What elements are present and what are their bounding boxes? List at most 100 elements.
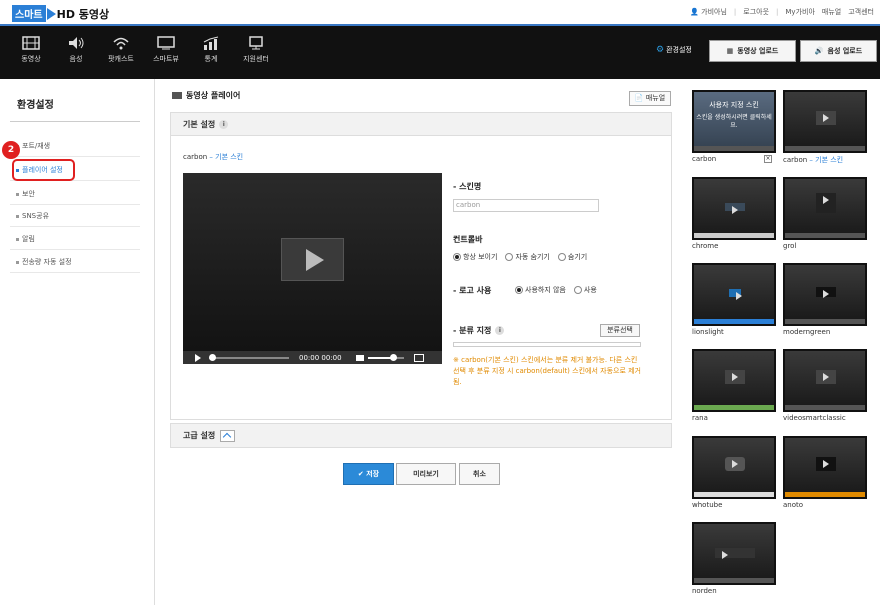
sidebar-item-label: 전송량 자동 설정	[22, 258, 72, 266]
settings-link[interactable]: ⚙ 환경설정	[656, 45, 692, 55]
thumbnail-control-bar	[694, 578, 774, 583]
audio-upload-button[interactable]: 🔊 음성 업로드	[800, 40, 877, 62]
speaker-icon: 🔊	[814, 47, 824, 55]
nav-audio[interactable]: 음성	[56, 36, 96, 64]
skin-thumbnail[interactable]: 사용자 지정 스킨 스킨을 생성하시려면 클릭하세요.	[692, 90, 776, 153]
skin-thumbnail[interactable]	[783, 436, 867, 499]
film-icon	[22, 36, 40, 50]
advanced-settings-header[interactable]: 고급 설정	[170, 423, 672, 448]
skin-item-chrome[interactable]: chrome	[692, 177, 776, 252]
skin-thumbnail[interactable]	[783, 349, 867, 412]
thumbnail-control-bar	[694, 233, 774, 238]
sidebar-item-label: 포트/재생	[22, 142, 51, 150]
video-upload-label: 동영상 업로드	[737, 47, 779, 55]
highlight-box	[12, 159, 75, 181]
info-icon[interactable]: i	[495, 326, 505, 335]
skin-thumbnail[interactable]	[692, 263, 776, 326]
skin-item-videosmartclassic[interactable]: videosmartclassic	[783, 349, 867, 424]
play-small-icon[interactable]	[195, 353, 201, 362]
controlbar-always-radio[interactable]: 항상 보이기	[453, 252, 497, 262]
category-label-text: - 분류 지정	[453, 326, 492, 335]
skin-thumbnail[interactable]	[692, 349, 776, 412]
sidebar-item-alert[interactable]: 알림	[10, 228, 140, 250]
skin-item-anoto[interactable]: anoto	[783, 436, 867, 511]
thumbnail-control-bar	[694, 319, 774, 324]
category-field[interactable]	[453, 342, 641, 347]
cancel-button[interactable]: 취소	[459, 463, 500, 485]
skin-thumbnail[interactable]	[783, 263, 867, 326]
support-link[interactable]: 고객센터	[848, 7, 874, 17]
category-select-button[interactable]: 분류선택	[600, 324, 640, 337]
sidebar-item-label: 보안	[22, 190, 35, 198]
sidebar-item-port[interactable]: 포트/재생	[10, 135, 140, 157]
player-control-bar: 00:00 00:00	[183, 351, 442, 364]
nav-stats[interactable]: 통계	[191, 36, 231, 64]
controlbar-auto-radio[interactable]: 자동 숨기기	[505, 252, 550, 262]
sidebar-item-label: 알림	[22, 235, 35, 243]
controlbar-options: 항상 보이기 자동 숨기기 숨기기	[453, 252, 587, 262]
skin-thumbnail[interactable]	[783, 177, 867, 240]
manual-button[interactable]: 📄 매뉴얼	[629, 91, 671, 106]
skin-item-grol[interactable]: grol	[783, 177, 867, 252]
nav-podcast[interactable]: 팟캐스트	[101, 36, 141, 64]
close-icon[interactable]: ×	[764, 155, 772, 163]
sidebar-title: 환경설정	[17, 100, 54, 111]
bullet-icon	[16, 260, 19, 264]
manual-link[interactable]: 매뉴얼	[822, 7, 841, 17]
skin-item-lionslight[interactable]: lionslight	[692, 263, 776, 338]
volume-bar[interactable]	[367, 353, 404, 361]
info-icon[interactable]: i	[219, 120, 229, 129]
logo[interactable]: 스마트 HD 동영상	[12, 5, 109, 22]
volume-icon[interactable]	[355, 354, 364, 361]
skin-name-text: carbon	[783, 156, 808, 164]
skin-item-moderngreen[interactable]: moderngreen	[783, 263, 867, 338]
category-warning: ※ carbon(기본 스킨) 스킨에서는 분류 제거 불가능. 다른 스킨 선…	[453, 356, 641, 386]
play-icon	[725, 203, 745, 214]
chevron-up-icon[interactable]	[220, 429, 236, 442]
sidebar-item-traffic[interactable]: 전송량 자동 설정	[10, 251, 140, 273]
logout-link[interactable]: 로그아웃	[743, 7, 769, 17]
fullscreen-icon[interactable]	[413, 353, 424, 362]
nav-smartview[interactable]: 스마트뷰	[146, 36, 186, 64]
controlbar-hide-radio[interactable]: 숨기기	[557, 252, 587, 262]
skin-item-rana[interactable]: rana	[692, 349, 776, 424]
monitor-icon	[157, 36, 175, 50]
radio-circle	[573, 286, 582, 294]
thumbnail-control-bar	[694, 405, 774, 410]
skin-item-carbon[interactable]: carbon – 기본 스킨	[783, 90, 867, 165]
skin-name: rana	[692, 414, 708, 422]
thumbnail-control-bar	[785, 146, 865, 151]
skin-thumbnail[interactable]	[692, 436, 776, 499]
settings-label: 환경설정	[666, 46, 692, 54]
nav-video[interactable]: 동영상	[11, 36, 51, 64]
video-upload-button[interactable]: ▦ 동영상 업로드	[709, 40, 796, 62]
skin-item-custom[interactable]: 사용자 지정 스킨 스킨을 생성하시려면 클릭하세요. carbon ×	[692, 90, 776, 165]
bullet-icon	[16, 237, 19, 241]
user-name-link[interactable]: 👤 가비아님	[690, 7, 727, 17]
skin-thumbnail[interactable]	[692, 522, 776, 585]
advanced-settings-title: 고급 설정	[183, 431, 216, 440]
save-button[interactable]: ✔ 저장	[343, 463, 394, 485]
seek-bar[interactable]	[209, 353, 289, 361]
sidebar-item-security[interactable]: 보안	[10, 183, 140, 205]
skin-name-field[interactable]: carbon	[453, 199, 599, 212]
skin-item-norden[interactable]: norden	[692, 522, 776, 597]
skin-name: chrome	[692, 242, 719, 250]
thumbnail-control-bar	[694, 492, 774, 497]
divider	[10, 121, 140, 122]
player-time: 00:00 00:00	[299, 353, 342, 362]
skin-thumbnail[interactable]	[692, 177, 776, 240]
nav-smartview-label: 스마트뷰	[153, 55, 179, 63]
radio-circle	[453, 253, 461, 261]
play-icon[interactable]	[281, 238, 344, 281]
page-title-label: 동영상 플레이어	[186, 91, 241, 100]
mygabia-link[interactable]: My가비아	[785, 7, 815, 17]
nav-support[interactable]: 지원센터	[236, 36, 276, 64]
preview-button[interactable]: 미리보기	[396, 463, 456, 485]
logo-off-radio[interactable]: 사용하지 않음	[515, 285, 566, 295]
logo-hd: HD 동영상	[56, 7, 110, 21]
skin-item-whotube[interactable]: whotube	[692, 436, 776, 511]
logo-on-radio[interactable]: 사용	[573, 285, 597, 295]
skin-thumbnail[interactable]	[783, 90, 867, 153]
sidebar-item-sns[interactable]: SNS공유	[10, 205, 140, 227]
